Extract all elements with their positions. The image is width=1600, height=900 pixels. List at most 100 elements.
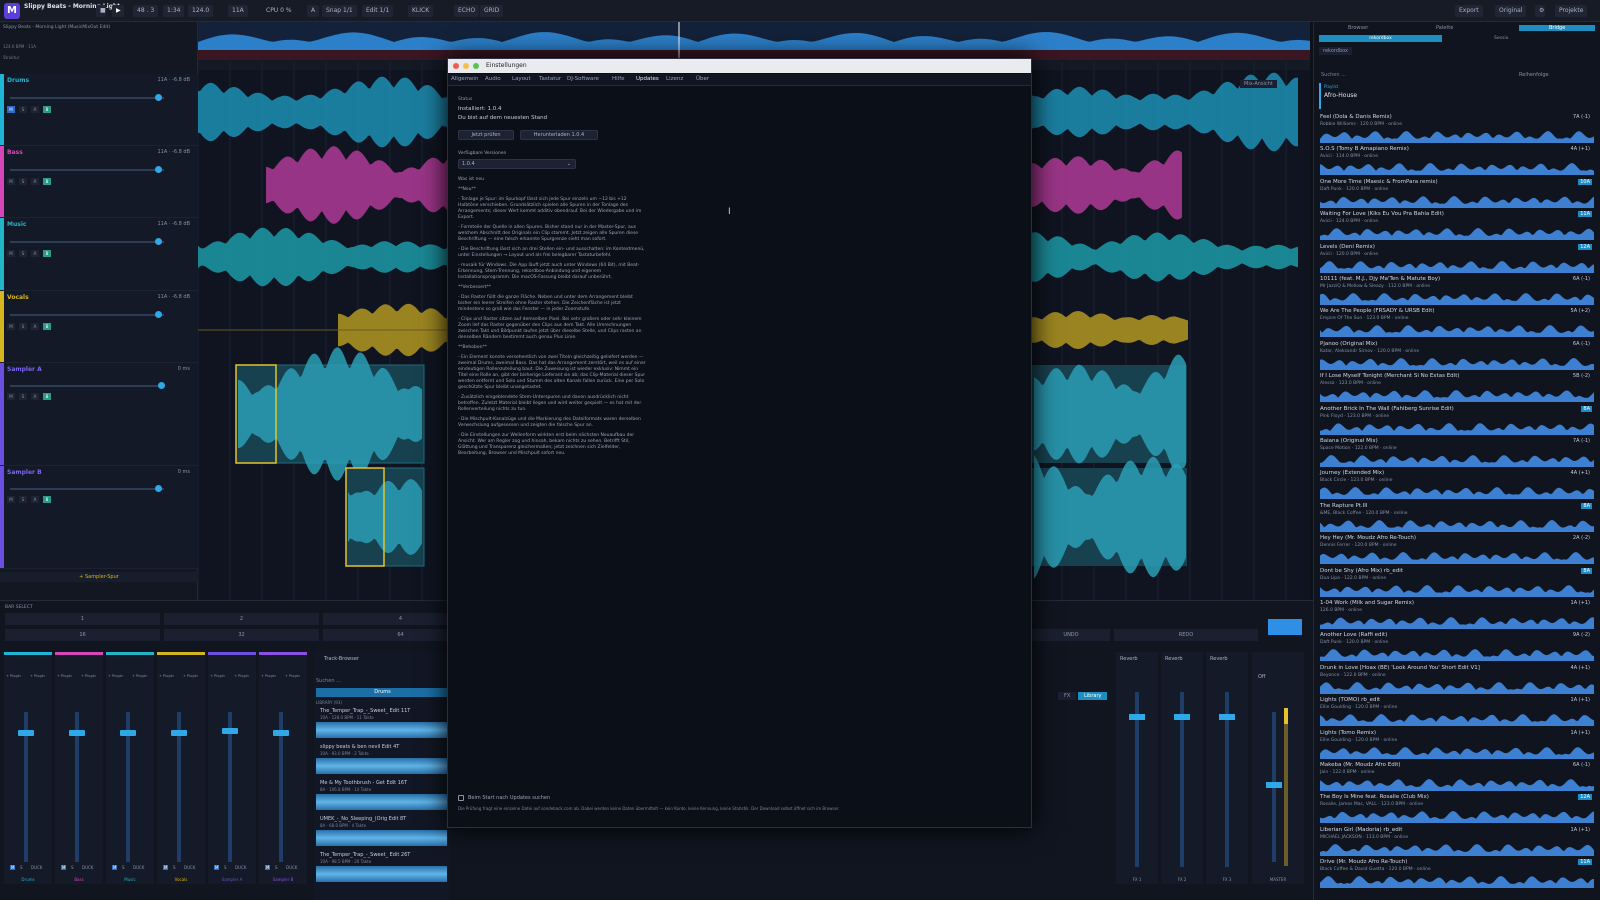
plugin-slot[interactable]: + Plugin	[261, 674, 276, 678]
stop-button[interactable]: ■	[96, 5, 106, 17]
fx-button[interactable]: FX	[1058, 692, 1077, 700]
song-row[interactable]: Lights (Tomo Remix) Ellie Goulding · 120.…	[1320, 730, 1596, 762]
bpm-field[interactable]: 124.0	[188, 5, 214, 17]
plugin-slot[interactable]: + Plugin	[6, 674, 21, 678]
song-row[interactable]: 10111 (feat. M.J., Djy Ma'Ten & Matute B…	[1320, 276, 1596, 308]
volume-slider[interactable]	[10, 314, 164, 316]
bar-pad-32[interactable]: 32	[164, 629, 319, 641]
fx-fader-knob[interactable]	[1174, 714, 1190, 720]
mute-button[interactable]: M	[7, 323, 15, 330]
play-button[interactable]: ▶	[112, 5, 124, 17]
song-row[interactable]: Makeba (Mr. Moudz Afro Edit) Jain · 122.0…	[1320, 762, 1596, 794]
song-row[interactable]: Drive (Mr. Moudz Afro Re-Touch) Black Cof…	[1320, 859, 1596, 891]
fx-channel[interactable]: Reverb FX 1	[1116, 652, 1158, 884]
track-music[interactable]: Music 11A · -6.8 dB M S A B	[0, 218, 198, 291]
duck-button[interactable]: DUCK	[82, 865, 93, 870]
plugin-slot[interactable]: + Plugin	[108, 674, 123, 678]
check-now-button[interactable]: Jetzt prüfen	[458, 130, 514, 140]
track-drums[interactable]: Drums 11A · -6.8 dB M S A B	[0, 74, 198, 146]
b-button[interactable]: B	[43, 393, 51, 400]
volume-slider[interactable]	[10, 385, 164, 387]
a-button[interactable]: A	[31, 496, 39, 503]
click-button[interactable]: KLICK	[408, 5, 434, 17]
mute-button[interactable]: M	[7, 496, 15, 503]
solo-button[interactable]: S	[19, 323, 27, 330]
plugin-slot[interactable]: + Plugin	[183, 674, 198, 678]
library-item[interactable]: The_Temper_Trap_-_Sweet_ Edit 26T 10A · 9…	[316, 852, 447, 886]
song-row[interactable]: Another Brick In The Wall (Fahlberg Sunr…	[1320, 405, 1596, 438]
minimize-icon[interactable]	[463, 63, 469, 69]
b-button[interactable]: B	[43, 178, 51, 185]
mute-button[interactable]: M	[163, 865, 169, 870]
solo-button[interactable]: S	[275, 865, 278, 870]
channel-fader-knob[interactable]	[171, 730, 187, 736]
channel-fader-knob[interactable]	[273, 730, 289, 736]
track-sampler-a[interactable]: Sampler A 0 ms M S A B	[0, 363, 198, 466]
channel-strip[interactable]: + Plugin + Plugin M S DUCK Music	[106, 652, 154, 884]
channel-fader-knob[interactable]	[69, 730, 85, 736]
channel-strip[interactable]: + Plugin + Plugin M S DUCK Sampler A	[208, 652, 256, 884]
library-item[interactable]: The_Temper_Trap_-_Sweet_ Edit 11T 10A · 1…	[316, 708, 447, 742]
channel-fader-knob[interactable]	[222, 728, 238, 734]
record-button[interactable]	[1268, 619, 1302, 635]
tab-browser[interactable]: Browser	[1348, 25, 1368, 31]
volume-knob[interactable]	[155, 485, 162, 492]
close-icon[interactable]	[453, 63, 459, 69]
b-button[interactable]: B	[43, 496, 51, 503]
song-row[interactable]: Another Love (Raffi edit) Daft Punk · 120…	[1320, 632, 1596, 664]
song-row[interactable]: Lights (TOMO) rb_edit Ellie Goulding · 12…	[1320, 697, 1596, 729]
bar-pad-16[interactable]: 16	[5, 629, 160, 641]
browser-search-input[interactable]: Suchen ...	[1321, 72, 1346, 78]
duck-button[interactable]: DUCK	[286, 865, 297, 870]
channel-strip[interactable]: + Plugin + Plugin M S DUCK Drums	[4, 652, 52, 884]
fx-fader-knob[interactable]	[1129, 714, 1145, 720]
song-row[interactable]: Drunk in Love [Hoax (BE) 'Look Around Yo…	[1320, 665, 1596, 697]
edit-selector[interactable]: Edit 1/1	[362, 5, 394, 17]
tab-audio[interactable]: Audio	[485, 76, 501, 82]
duck-button[interactable]: DUCK	[235, 865, 246, 870]
volume-knob[interactable]	[155, 94, 162, 101]
fx-channel[interactable]: Reverb FX 2	[1161, 652, 1203, 884]
a-button[interactable]: A	[31, 393, 39, 400]
duck-button[interactable]: DUCK	[133, 865, 144, 870]
plugin-slot[interactable]: + Plugin	[285, 674, 300, 678]
plugin-slot[interactable]: + Plugin	[57, 674, 72, 678]
song-row[interactable]: Dont be Shy (Afro Mix) rb_edit Dua Lipa ·…	[1320, 567, 1596, 600]
bar-pad-1[interactable]: 1	[5, 613, 160, 625]
mix-view-button[interactable]: Mix-Ansicht	[1240, 80, 1277, 88]
song-row[interactable]: S.O.S (Tomy B Amapiano Remix) Avicii · 11…	[1320, 146, 1596, 178]
mute-button[interactable]: M	[61, 865, 67, 870]
tab-dj-software[interactable]: DJ-Software	[567, 76, 599, 82]
song-row[interactable]: 1-04 Work (Milk and Sugar Remix) 126.0 BP…	[1320, 600, 1596, 632]
solo-button[interactable]: S	[19, 496, 27, 503]
fx-fader-knob[interactable]	[1219, 714, 1235, 720]
volume-slider[interactable]	[10, 488, 164, 490]
gear-icon[interactable]: ⚙	[1535, 5, 1545, 17]
browser-search-input[interactable]: Suchen ...	[316, 678, 341, 684]
volume-slider[interactable]	[10, 169, 164, 171]
zoom-icon[interactable]	[473, 63, 479, 69]
library-button[interactable]: Library	[1078, 692, 1108, 700]
version-select[interactable]: 1.0.4 ⌄	[458, 159, 576, 169]
solo-button[interactable]: S	[19, 393, 27, 400]
channel-strip[interactable]: + Plugin + Plugin M S DUCK Bass	[55, 652, 103, 884]
tab-layout[interactable]: Layout	[512, 76, 531, 82]
song-row[interactable]: Hey Hey (Mr. Moudz Afro Re-Touch) Dennis …	[1320, 535, 1596, 567]
library-item[interactable]: Me & My Toothbrush - Get Edit 16T 8A · 10…	[316, 780, 447, 814]
master-off-selector[interactable]: Off	[1258, 674, 1265, 680]
track-bass[interactable]: Bass 11A · -6.8 dB M S A B	[0, 146, 198, 218]
tab-lizenz[interactable]: Lizenz	[666, 76, 683, 82]
fx-type-selector[interactable]: Reverb	[1165, 656, 1183, 662]
export-button[interactable]: Export	[1455, 5, 1483, 17]
solo-button[interactable]: S	[19, 178, 27, 185]
plugin-slot[interactable]: + Plugin	[234, 674, 249, 678]
snap-selector[interactable]: Snap 1/1	[322, 5, 357, 17]
master-fader-knob[interactable]	[1266, 782, 1282, 788]
rekordbox-selector[interactable]: rekordbox	[1319, 47, 1352, 55]
tab-updates[interactable]: Updates	[636, 76, 659, 82]
tab-ueber[interactable]: Über	[696, 76, 709, 82]
song-row[interactable]: One More Time (Maesic & FromPara remix) D…	[1320, 178, 1596, 211]
track-vocals[interactable]: Vocals 11A · -6.8 dB M S A B	[0, 291, 198, 363]
fx-channel[interactable]: Reverb FX 3	[1206, 652, 1248, 884]
mute-button[interactable]: M	[7, 393, 15, 400]
